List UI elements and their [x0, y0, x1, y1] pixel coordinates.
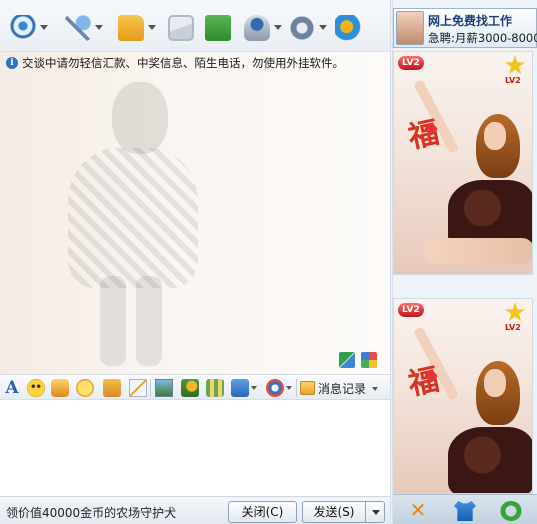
refresh-icon[interactable]	[500, 501, 522, 521]
level-badge: LV2	[398, 303, 424, 317]
expand-icon[interactable]	[339, 352, 355, 368]
font-icon[interactable]: A	[3, 379, 21, 397]
shake-icon[interactable]	[76, 379, 94, 397]
ad-avatar	[396, 11, 424, 45]
chevron-down-icon[interactable]	[274, 25, 282, 30]
avatar-dress	[448, 427, 532, 493]
feature-button[interactable]	[331, 15, 375, 49]
send-button[interactable]: 发送(S)	[302, 501, 366, 523]
format-toolbar: A 消息记录	[0, 374, 390, 400]
folder-icon	[118, 15, 144, 41]
music-icon[interactable]	[181, 379, 199, 397]
chevron-down-icon[interactable]	[251, 386, 257, 390]
close-button[interactable]: 关闭(C)	[228, 501, 297, 523]
send-image-icon[interactable]	[155, 379, 173, 397]
settings-button[interactable]	[285, 15, 329, 49]
chevron-down-icon[interactable]	[372, 387, 379, 391]
voice-message-icon[interactable]	[103, 379, 121, 397]
note-button[interactable]	[201, 15, 245, 49]
search-soso-icon[interactable]	[266, 379, 284, 397]
chevron-down-icon[interactable]	[286, 386, 292, 390]
feature-icon	[335, 15, 361, 41]
security-warning: i 交谈中请勿轻信汇款、中奖信息、陌生电话，勿使用外挂软件。	[6, 55, 344, 71]
group-icon	[244, 15, 270, 41]
bottom-bar: 领价值40000金币的农场守护犬 关闭(C) 发送(S)	[0, 496, 390, 524]
message-input[interactable]	[0, 400, 390, 496]
chevron-down-icon[interactable]	[40, 25, 48, 30]
farm-ad-link[interactable]: 领价值40000金币的农场守护犬	[6, 504, 176, 521]
chevron-down-icon[interactable]	[148, 25, 156, 30]
background-photo-body	[68, 148, 198, 288]
star-level-label: LV2	[505, 76, 521, 85]
microphone-button[interactable]	[61, 15, 105, 49]
toolbar-divider	[150, 379, 151, 397]
security-warning-text: 交谈中请勿轻信汇款、中奖信息、陌生电话，勿使用外挂软件。	[22, 56, 344, 70]
magic-emoticon-icon[interactable]	[51, 379, 69, 397]
message-history-icon	[300, 381, 315, 395]
message-history-button[interactable]: 消息记录	[300, 378, 379, 398]
avatar-legs	[424, 238, 532, 264]
gift-icon[interactable]	[206, 379, 224, 397]
close-show-icon[interactable]: ✕	[407, 500, 429, 521]
emoticon-icon[interactable]	[27, 379, 45, 397]
avatar-face	[484, 369, 506, 397]
mail-icon	[168, 15, 194, 41]
background-photo-leg	[100, 276, 126, 366]
avatar-show-card[interactable]: LV2 ★ LV2 福	[393, 298, 533, 494]
group-button[interactable]	[240, 15, 284, 49]
info-icon: i	[6, 57, 18, 69]
chat-history[interactable]: i 交谈中请勿轻信汇款、中奖信息、陌生电话，勿使用外挂软件。	[0, 52, 390, 374]
send-file-button[interactable]	[114, 15, 158, 49]
right-panel: 网上免费找工作 急聘:月薪3000-8000 LV2 ★ LV2 福 LV2 ★ L…	[393, 0, 537, 524]
microphone-icon	[65, 15, 91, 41]
outfit-icon[interactable]	[454, 501, 476, 521]
background-photo-head	[112, 82, 168, 154]
ad-banner-subtitle: 急聘:月薪3000-8000	[428, 31, 537, 45]
background-photo-leg	[136, 276, 162, 366]
send-options-button[interactable]	[365, 501, 385, 523]
webcam-icon	[10, 15, 36, 41]
screenshot-icon[interactable]	[231, 379, 249, 397]
background-photo	[48, 76, 208, 366]
show-action-bar: ✕	[393, 494, 537, 524]
avatar-face	[484, 122, 506, 150]
star-level-icon: ★ LV2	[502, 53, 528, 85]
chevron-down-icon[interactable]	[95, 25, 103, 30]
level-badge: LV2	[398, 56, 424, 70]
star-level-label: LV2	[505, 323, 521, 332]
job-ad-banner[interactable]: 网上免费找工作 急聘:月薪3000-8000	[393, 8, 537, 48]
chevron-down-icon[interactable]	[319, 25, 327, 30]
history-corner-tools	[339, 352, 377, 368]
message-history-label: 消息记录	[318, 381, 367, 396]
settings-icon	[289, 15, 315, 41]
star-level-icon: ★ LV2	[502, 300, 528, 332]
main-toolbar	[0, 0, 390, 52]
avatar-show-card[interactable]: LV2 ★ LV2 福	[393, 51, 533, 275]
skin-icon[interactable]	[361, 352, 377, 368]
doodle-icon[interactable]	[129, 379, 147, 397]
webcam-button[interactable]	[6, 15, 50, 49]
note-icon	[205, 15, 231, 41]
toolbar-divider	[296, 379, 297, 397]
ad-banner-title: 网上免费找工作	[428, 14, 513, 28]
